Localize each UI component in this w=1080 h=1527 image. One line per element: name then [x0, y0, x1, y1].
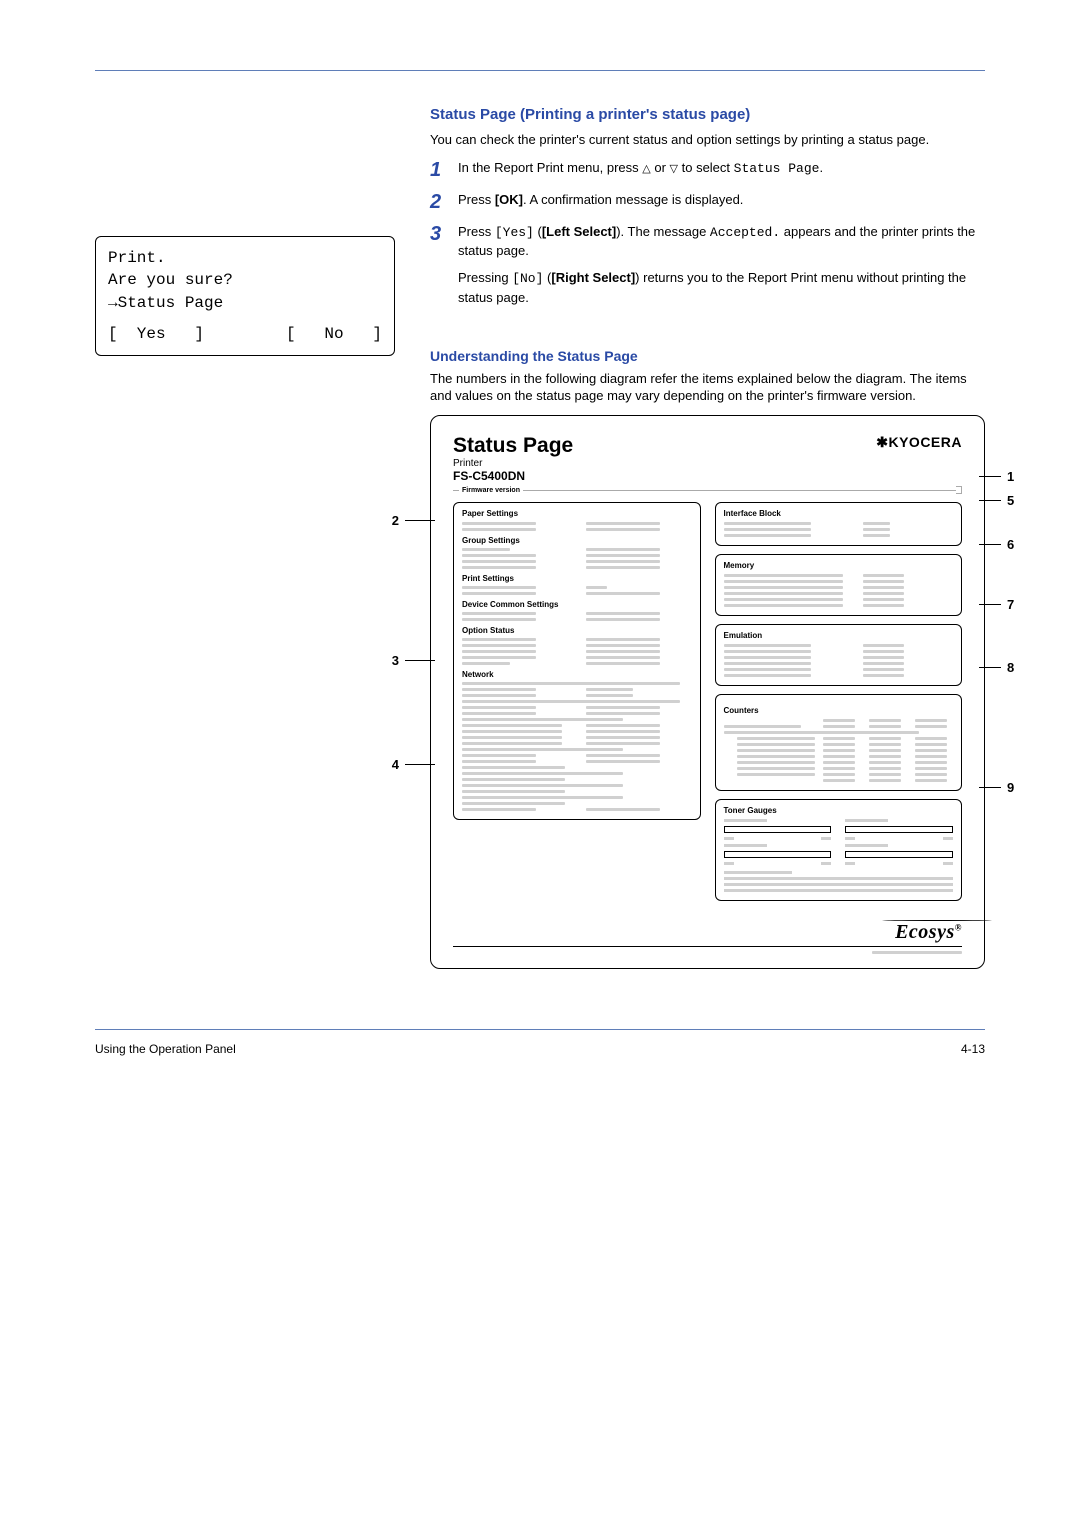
callout-3: 3 [392, 653, 399, 668]
step-1-num: 1 [430, 159, 458, 181]
callout-8: 8 [1007, 660, 1014, 675]
emulation-title: Emulation [724, 631, 954, 640]
step-1-post: to select [678, 160, 734, 175]
step-1-end: . [819, 160, 823, 175]
step-1-mono: Status Page [734, 161, 820, 176]
lcd-screen: Print. Are you sure? →Status Page [ Yes … [95, 236, 395, 356]
ecosys-text: Ecosys [895, 921, 955, 943]
s3-pre: Press [458, 224, 495, 239]
step-2-num: 2 [430, 191, 458, 213]
lcd-yes: [ Yes ] [108, 323, 204, 345]
counters-title: Counters [724, 706, 759, 715]
step-1-pre: In the Report Print menu, press [458, 160, 642, 175]
callout-6: 6 [1007, 537, 1014, 552]
s3-post1: ). The message [616, 224, 710, 239]
step-2-bold: [OK] [495, 192, 523, 207]
intro-para: You can check the printer's current stat… [430, 131, 985, 149]
callout-1: 1 [1007, 469, 1014, 484]
ecosys-logo: Ecosys® [895, 921, 962, 944]
brand-text: KYOCERA [888, 434, 962, 450]
memory-panel: Memory [715, 554, 963, 616]
s3-mono1: [Yes] [495, 225, 534, 240]
top-rule [95, 70, 985, 71]
step-1-mid: or [651, 160, 670, 175]
understanding-title: Understanding the Status Page [430, 348, 985, 364]
status-page-diagram: 2 3 4 1 5 6 7 8 9 Status Page Printer [430, 415, 985, 969]
section-title: Status Page (Printing a printer's status… [430, 106, 985, 123]
interface-title: Interface Block [724, 509, 954, 518]
lcd-no: [ No ] [286, 323, 382, 345]
option-status-title: Option Status [462, 626, 692, 635]
lcd-line-1: Print. [108, 247, 382, 269]
kyocera-brand: ✱KYOCERA [876, 434, 962, 451]
step-2-pre: Press [458, 192, 495, 207]
s3-mid1: ( [534, 224, 542, 239]
step-1-body: In the Report Print menu, press △ or ▽ t… [458, 159, 985, 181]
callout-7: 7 [1007, 597, 1014, 612]
toner-panel: Toner Gauges [715, 799, 963, 901]
callout-5: 5 [1007, 493, 1014, 508]
bottom-rule [95, 1029, 985, 1030]
sheet-title: Status Page [453, 434, 573, 458]
device-common-title: Device Common Settings [462, 600, 692, 609]
understanding-para: The numbers in the following diagram ref… [430, 370, 985, 405]
lcd-line-3: →Status Page [108, 292, 382, 314]
toner-title: Toner Gauges [724, 806, 954, 815]
sheet-sub-label: Printer [453, 458, 573, 470]
paper-settings-title: Paper Settings [462, 509, 692, 518]
footer-right: 4-13 [961, 1042, 985, 1056]
callout-4: 4 [392, 757, 399, 772]
print-settings-title: Print Settings [462, 574, 692, 583]
memory-title: Memory [724, 561, 954, 570]
callout-2: 2 [392, 513, 399, 528]
step-3-num: 3 [430, 223, 458, 308]
step-3-body: Press [Yes] ([Left Select]). The message… [458, 223, 985, 308]
group-settings-title: Group Settings [462, 536, 692, 545]
callout-9: 9 [1007, 780, 1014, 795]
s3-sub-mono: [No] [512, 271, 543, 286]
s3-sub-bold: [Right Select] [551, 270, 635, 285]
panel-left-1: Paper Settings Group Settings [453, 502, 701, 820]
s3-sub-pre: Pressing [458, 270, 512, 285]
kyocera-logo-icon: ✱ [876, 434, 888, 450]
status-sheet: Status Page Printer FS-C5400DN ✱KYOCERA … [430, 415, 985, 969]
step-2-body: Press [OK]. A confirmation message is di… [458, 191, 985, 213]
firmware-label: Firmware version [462, 487, 520, 494]
s3-bold1: [Left Select] [542, 224, 616, 239]
s3-mono2: Accepted. [710, 225, 780, 240]
emulation-panel: Emulation [715, 624, 963, 686]
network-title: Network [462, 670, 692, 679]
lcd-line-2: Are you sure? [108, 269, 382, 291]
sheet-model: FS-C5400DN [453, 470, 573, 484]
triangle-up-icon: △ [642, 162, 650, 178]
step-2-post: . A confirmation message is displayed. [523, 192, 743, 207]
footer-left: Using the Operation Panel [95, 1042, 236, 1056]
ecosys-reg: ® [955, 923, 962, 933]
interface-panel: Interface Block [715, 502, 963, 546]
counters-panel: Counters [715, 694, 963, 791]
triangle-down-icon: ▽ [670, 162, 678, 178]
